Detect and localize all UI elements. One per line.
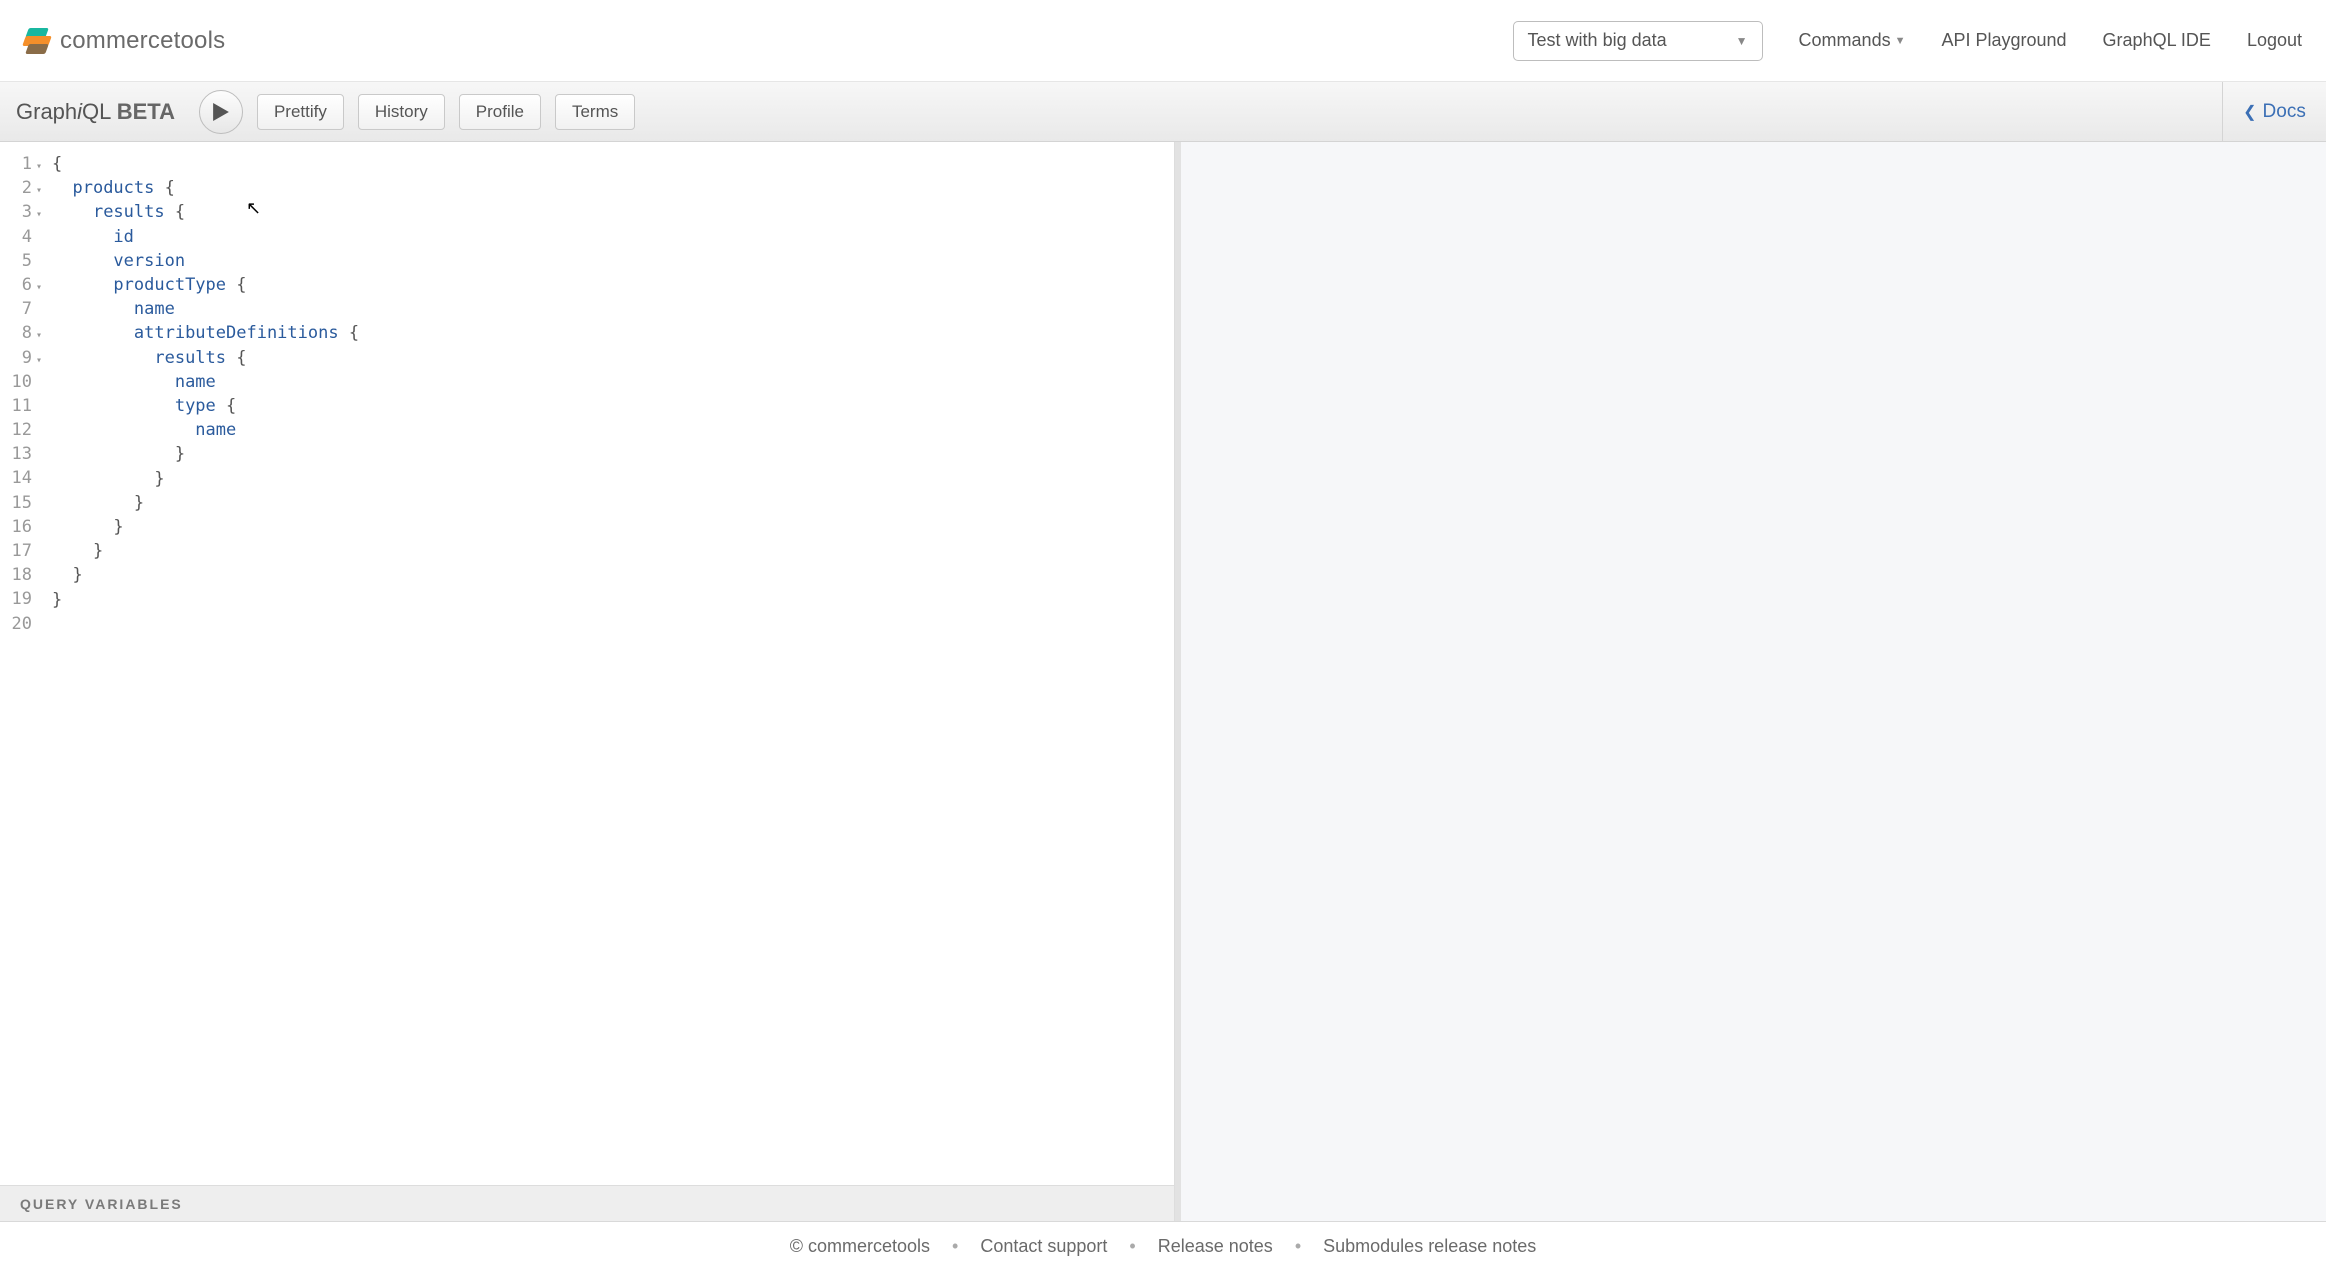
- top-nav: commercetools Test with big data ▼ Comma…: [0, 0, 2326, 82]
- code-line[interactable]: attributeDefinitions {: [52, 321, 1166, 345]
- prettify-button[interactable]: Prettify: [257, 94, 344, 130]
- code-text[interactable]: { products { results { id version produc…: [46, 142, 1174, 1185]
- code-line[interactable]: }: [52, 588, 1166, 612]
- nav-graphql-ide[interactable]: GraphQL IDE: [2103, 30, 2211, 51]
- line-gutter: 1▾2▾3▾456▾78▾9▾1011121314151617181920: [0, 142, 46, 1185]
- line-number: 15: [0, 491, 46, 515]
- line-number: 11: [0, 394, 46, 418]
- line-number: 18: [0, 563, 46, 587]
- footer: © commercetools • Contact support • Rele…: [0, 1222, 2326, 1270]
- docs-toggle[interactable]: ❮ Docs: [2243, 101, 2306, 123]
- code-line[interactable]: name: [52, 297, 1166, 321]
- line-number: 13: [0, 442, 46, 466]
- line-number: 9▾: [0, 346, 46, 370]
- code-line[interactable]: }: [52, 539, 1166, 563]
- query-editor[interactable]: 1▾2▾3▾456▾78▾9▾1011121314151617181920 { …: [0, 142, 1174, 1185]
- docs-pane: ❮ Docs: [2222, 82, 2326, 141]
- code-line[interactable]: }: [52, 563, 1166, 587]
- result-pane[interactable]: [1175, 142, 2326, 1221]
- code-line[interactable]: name: [52, 418, 1166, 442]
- code-line[interactable]: }: [52, 515, 1166, 539]
- line-number: 5: [0, 249, 46, 273]
- nav-commands-label: Commands: [1799, 30, 1891, 51]
- code-line[interactable]: {: [52, 152, 1166, 176]
- line-number: 2▾: [0, 176, 46, 200]
- line-number: 8▾: [0, 321, 46, 345]
- toolbar-left: GraphiQL BETA Prettify History Profile T…: [16, 90, 635, 134]
- code-line[interactable]: results {: [52, 200, 1166, 224]
- project-select[interactable]: Test with big data ▼: [1513, 21, 1763, 61]
- graphiql-toolbar: GraphiQL BETA Prettify History Profile T…: [0, 82, 2326, 142]
- line-number: 12: [0, 418, 46, 442]
- line-number: 20: [0, 612, 46, 636]
- chevron-left-icon: ❮: [2243, 102, 2256, 122]
- caret-down-icon: ▼: [1895, 35, 1906, 47]
- dot-separator: •: [952, 1236, 958, 1257]
- main-split: 1▾2▾3▾456▾78▾9▾1011121314151617181920 { …: [0, 142, 2326, 1222]
- app-title: GraphiQL BETA: [16, 99, 175, 125]
- footer-submodules[interactable]: Submodules release notes: [1323, 1236, 1536, 1257]
- docs-label: Docs: [2263, 101, 2306, 123]
- profile-button[interactable]: Profile: [459, 94, 541, 130]
- dot-separator: •: [1129, 1236, 1135, 1257]
- code-line[interactable]: id: [52, 225, 1166, 249]
- nav-api-playground[interactable]: API Playground: [1941, 30, 2066, 51]
- line-number: 6▾: [0, 273, 46, 297]
- line-number: 1▾: [0, 152, 46, 176]
- code-line[interactable]: }: [52, 491, 1166, 515]
- brand-logo-icon: [24, 28, 50, 54]
- code-line[interactable]: }: [52, 442, 1166, 466]
- footer-copyright: © commercetools: [790, 1236, 930, 1257]
- code-line[interactable]: productType {: [52, 273, 1166, 297]
- line-number: 19: [0, 587, 46, 611]
- footer-release[interactable]: Release notes: [1158, 1236, 1273, 1257]
- nav-commands[interactable]: Commands ▼: [1799, 30, 1906, 51]
- project-select-value: Test with big data: [1528, 30, 1667, 51]
- line-number: 4: [0, 225, 46, 249]
- caret-down-icon: ▼: [1736, 34, 1748, 48]
- footer-contact[interactable]: Contact support: [980, 1236, 1107, 1257]
- line-number: 16: [0, 515, 46, 539]
- nav-logout[interactable]: Logout: [2247, 30, 2302, 51]
- line-number: 7: [0, 297, 46, 321]
- code-line[interactable]: products {: [52, 176, 1166, 200]
- code-line[interactable]: }: [52, 467, 1166, 491]
- brand-text: commercetools: [60, 27, 225, 55]
- play-icon: [213, 103, 229, 121]
- nav-right: Test with big data ▼ Commands ▼ API Play…: [1513, 21, 2302, 61]
- line-number: 10: [0, 370, 46, 394]
- code-line[interactable]: version: [52, 249, 1166, 273]
- dot-separator: •: [1295, 1236, 1301, 1257]
- code-line[interactable]: type {: [52, 394, 1166, 418]
- code-line[interactable]: name: [52, 370, 1166, 394]
- line-number: 17: [0, 539, 46, 563]
- code-line[interactable]: results {: [52, 346, 1166, 370]
- terms-button[interactable]: Terms: [555, 94, 635, 130]
- line-number: 3▾: [0, 200, 46, 224]
- query-editor-column: 1▾2▾3▾456▾78▾9▾1011121314151617181920 { …: [0, 142, 1175, 1221]
- line-number: 14: [0, 466, 46, 490]
- brand[interactable]: commercetools: [24, 27, 225, 55]
- history-button[interactable]: History: [358, 94, 445, 130]
- query-variables-bar[interactable]: Query Variables: [0, 1185, 1174, 1221]
- execute-button[interactable]: [199, 90, 243, 134]
